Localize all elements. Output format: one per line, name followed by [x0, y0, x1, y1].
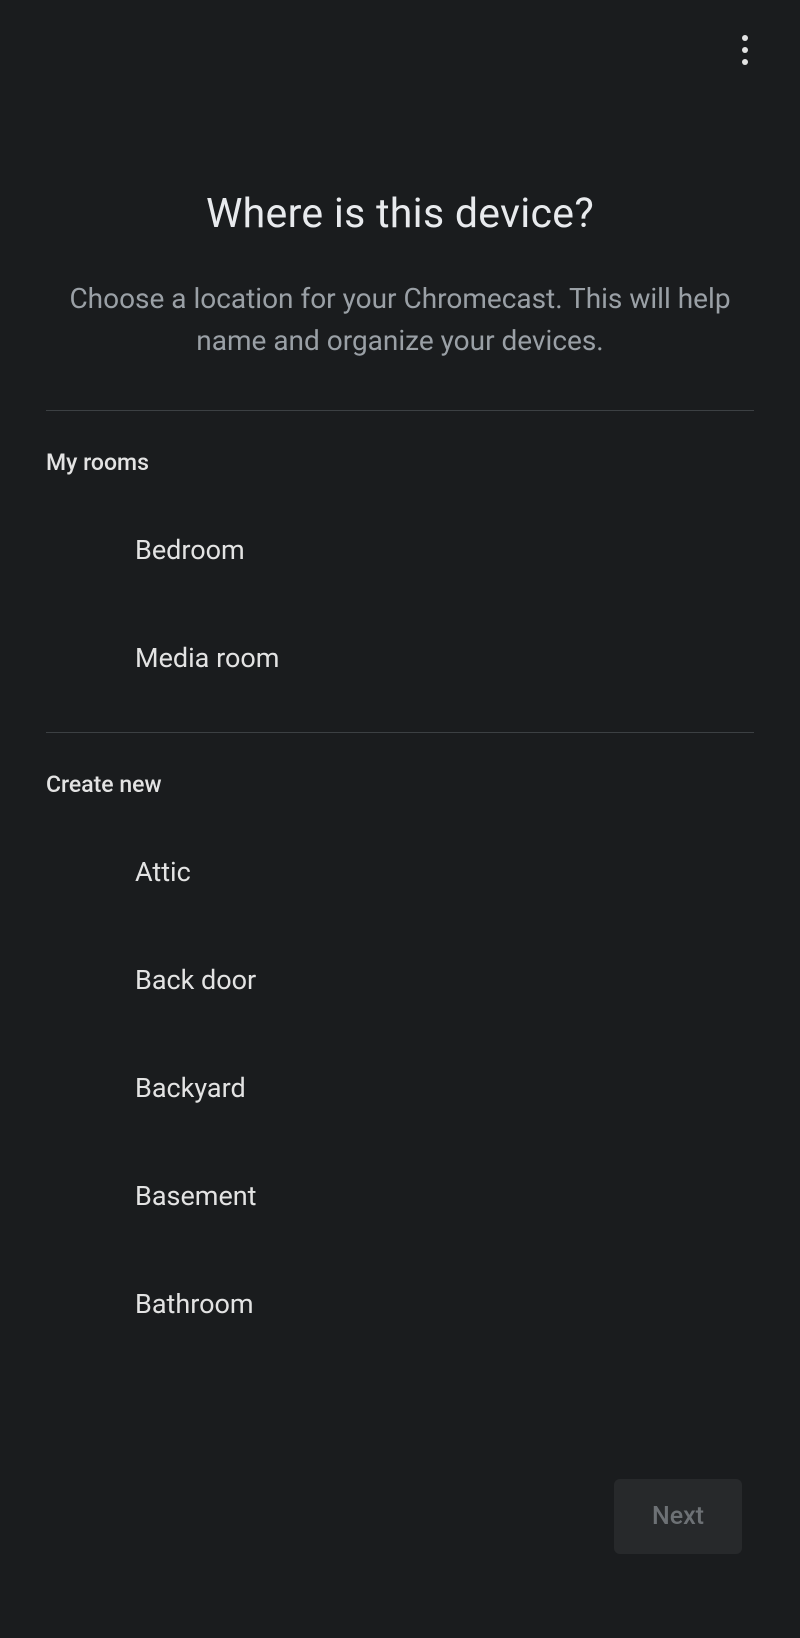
room-option-back-door[interactable]: Back door — [0, 926, 800, 1034]
section-header-my-rooms: My rooms — [0, 411, 800, 476]
page-title: Where is this device? — [0, 190, 800, 238]
room-option-bedroom[interactable]: Bedroom — [0, 496, 800, 604]
top-bar — [0, 0, 800, 100]
create-new-list: Attic Back door Backyard Basement Bathro… — [0, 798, 800, 1358]
more-vert-icon[interactable] — [730, 23, 760, 77]
room-option-attic[interactable]: Attic — [0, 818, 800, 926]
page-subtitle: Choose a location for your Chromecast. T… — [0, 278, 800, 362]
next-button[interactable]: Next — [614, 1479, 742, 1554]
room-option-basement[interactable]: Basement — [0, 1142, 800, 1250]
section-header-create-new: Create new — [0, 733, 800, 798]
content-area: Where is this device? Choose a location … — [0, 0, 800, 1358]
my-rooms-list: Bedroom Media room — [0, 476, 800, 712]
room-option-media-room[interactable]: Media room — [0, 604, 800, 712]
room-option-bathroom[interactable]: Bathroom — [0, 1250, 800, 1358]
room-option-backyard[interactable]: Backyard — [0, 1034, 800, 1142]
